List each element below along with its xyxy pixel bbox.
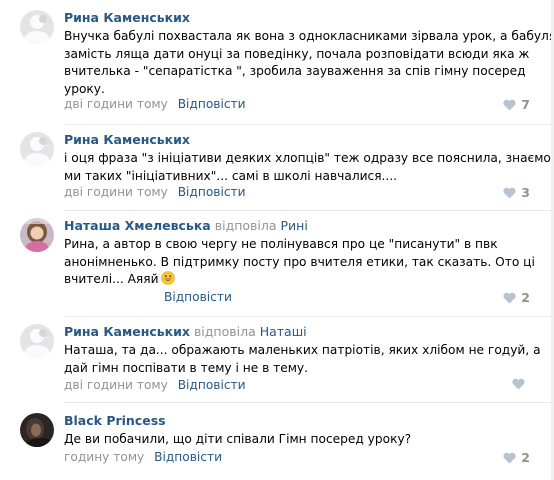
comment-text-line: Внучка бабулі похвастала як вона з однок…: [64, 29, 554, 43]
comment-item: Наташа Хмелевська відповіла Рині Рина, а…: [0, 218, 554, 308]
avatar-image: [20, 324, 54, 358]
heart-icon: [503, 99, 516, 110]
replied-label: відповіла: [214, 218, 277, 233]
reply-to-link[interactable]: Рині: [281, 218, 308, 233]
reply-button[interactable]: Відповісти: [178, 378, 246, 392]
comment-meta: дві години тому Відповісти: [64, 185, 246, 200]
like-button[interactable]: [512, 378, 530, 390]
comment-text: Де ви побачили, що діти співали Гімн пос…: [64, 431, 534, 449]
comment-meta: Відповісти: [164, 290, 232, 305]
author-line: Рина Каменських відповіла Наташі: [64, 324, 307, 339]
like-count: 2: [521, 450, 530, 465]
heart-icon: [512, 378, 525, 390]
reply-button[interactable]: Відповісти: [164, 290, 232, 304]
author-line: Наташа Хмелевська відповіла Рині: [64, 218, 308, 233]
avatar-image: [20, 10, 54, 44]
like-button[interactable]: 2: [503, 450, 530, 465]
comments-list: Рина Каменських Внучка бабулі похвастала…: [0, 0, 554, 480]
reply-to-link[interactable]: Наташі: [260, 324, 307, 339]
comment-text-line: анонімненько. В підтримку посту про вчит…: [64, 254, 535, 269]
comment-time[interactable]: дві години тому: [64, 378, 168, 392]
avatar[interactable]: [20, 132, 54, 166]
comment-item: Рина Каменських Внучка бабулі похвастала…: [0, 10, 554, 116]
avatar[interactable]: [20, 218, 54, 252]
comment-text-line-with-emoji: вчителі... Аяяй: [64, 271, 534, 289]
author-name[interactable]: Рина Каменських: [64, 324, 190, 339]
comment-text-line: дай гімн поспівати в тему і не в тему.: [64, 360, 309, 375]
comment-text-line: і оця фраза "з ініціативи деяких хлопців…: [64, 151, 551, 165]
author-name[interactable]: Наташа Хмелевська: [64, 218, 211, 233]
comment-meta: годину тому Відповісти: [64, 450, 222, 465]
reply-button[interactable]: Відповісти: [178, 185, 246, 199]
comment-divider: [64, 402, 554, 403]
comment-time[interactable]: годину тому: [64, 450, 144, 464]
comment-divider: [64, 316, 554, 317]
heart-icon: [503, 452, 516, 463]
comment-text-line: вчителька - "сепаратістка ", зробила зау…: [64, 64, 526, 78]
comment-text-line: Де ви побачили, що діти співали Гімн пос…: [64, 432, 412, 446]
comment-text: Рина, а автор в свою чергу не полінувавс…: [64, 236, 535, 289]
comment-text: і оця фраза "з ініціативи деяких хлопців…: [64, 150, 551, 185]
author-name[interactable]: Рина Каменських: [64, 132, 190, 147]
comment-time[interactable]: дві години тому: [64, 97, 168, 111]
comment-time[interactable]: дві години тому: [64, 185, 168, 199]
comment-text-line: уроку.: [64, 81, 105, 96]
avatar[interactable]: [20, 413, 54, 447]
author-line: Black Princess: [64, 413, 166, 428]
grinning-face-emoji-icon: [160, 271, 175, 285]
comment-text-line: замість ляща дати онуці за поведінку, по…: [64, 46, 530, 61]
comment-text-line: вчителі... Аяяй: [64, 272, 159, 286]
author-line: Рина Каменських: [64, 10, 190, 25]
heart-icon: [503, 292, 516, 303]
comment-meta: дві години тому Відповісти: [64, 97, 246, 112]
avatar-image: [20, 413, 54, 447]
reply-button[interactable]: Відповісти: [154, 450, 222, 464]
author-name[interactable]: Рина Каменських: [64, 10, 190, 25]
like-button[interactable]: 7: [503, 97, 530, 112]
comment-text: Наташа, та да... ображають маленьких пат…: [64, 342, 541, 377]
author-line: Рина Каменських: [64, 132, 190, 147]
comment-text: Внучка бабулі похвастала як вона з однок…: [64, 28, 554, 98]
comment-divider: [64, 124, 554, 125]
like-button[interactable]: 2: [503, 290, 530, 305]
comment-text-line: Рина, а автор в свою чергу не полінувавс…: [64, 237, 498, 251]
like-count: 7: [521, 97, 530, 112]
like-button[interactable]: 3: [503, 185, 530, 200]
avatar-image: [20, 218, 54, 252]
author-name[interactable]: Black Princess: [64, 413, 166, 428]
comment-text-line: Наташа, та да... ображають маленьких пат…: [64, 343, 541, 357]
comment-text-line: ми таких "ініціативних"... самі в школі …: [64, 168, 398, 183]
reply-button[interactable]: Відповісти: [178, 97, 246, 111]
comment-meta: дві години тому Відповісти: [64, 378, 246, 393]
replied-label: відповіла: [193, 324, 256, 339]
heart-icon: [503, 187, 516, 198]
comment-item: Рина Каменських відповіла Наташі Наташа,…: [0, 324, 554, 394]
like-count: 3: [521, 185, 530, 200]
comment-item: Black Princess Де ви побачили, що діти с…: [0, 413, 554, 473]
avatar[interactable]: [20, 10, 54, 44]
comment-item: Рина Каменських і оця фраза "з ініціатив…: [0, 132, 554, 202]
avatar-image: [20, 132, 54, 166]
avatar[interactable]: [20, 324, 54, 358]
like-count: 2: [521, 290, 530, 305]
comment-divider: [64, 210, 554, 211]
